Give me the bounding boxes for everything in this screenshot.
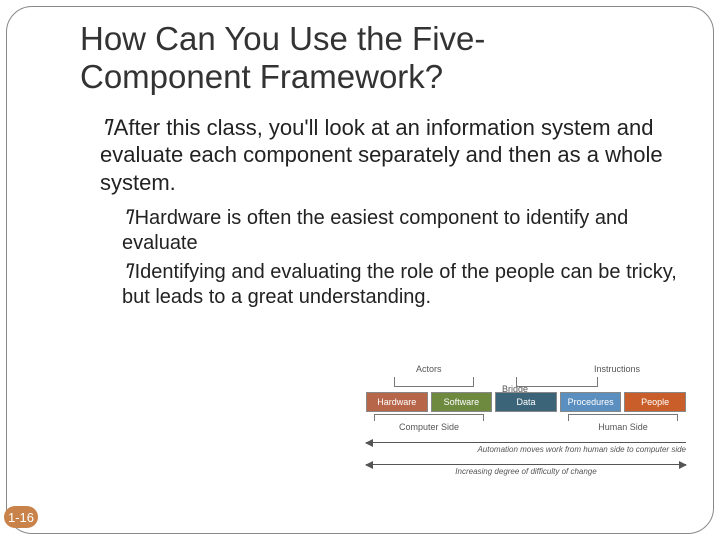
page-number: 1-16 (8, 510, 34, 525)
label-human-side: Human Side (568, 422, 678, 432)
caption-automation: Automation moves work from human side to… (366, 445, 686, 454)
bullet-1a-text: Hardware is often the easiest component … (122, 207, 628, 254)
box-people: People (624, 392, 686, 412)
box-procedures: Procedures (560, 392, 622, 412)
box-hardware: Hardware (366, 392, 428, 412)
bullet-icon: ߣ (122, 261, 133, 283)
slide: How Can You Use the Five-Component Frame… (0, 0, 720, 540)
caption-difficulty: Increasing degree of difficulty of chang… (366, 467, 686, 476)
box-software: Software (431, 392, 493, 412)
bracket-line (516, 377, 598, 387)
diagram-under-labels: Computer Side Human Side (366, 422, 686, 432)
page-number-badge: 1-16 (4, 506, 38, 528)
bullet-1-text: After this class, you'll look at an info… (100, 115, 663, 195)
sub-bullets: ߣHardware is often the easiest component… (122, 206, 690, 310)
label-actors: Actors (416, 364, 442, 374)
label-instructions: Instructions (594, 364, 640, 374)
bullet-1: ߣAfter this class, you'll look at an inf… (100, 114, 690, 197)
bullet-1a: ߣHardware is often the easiest component… (122, 206, 690, 256)
diagram-boxes: Hardware Software Data Procedures People (366, 392, 686, 412)
bullet-1b: ߣIdentifying and evaluating the role of … (122, 260, 690, 310)
bullet-icon: ߣ (100, 115, 112, 140)
slide-title: How Can You Use the Five-Component Frame… (80, 20, 640, 96)
bullet-icon: ߣ (122, 207, 133, 229)
diagram-top-labels: Actors Instructions Bridge (366, 364, 686, 392)
five-component-diagram: Actors Instructions Bridge Hardware Soft… (366, 364, 686, 504)
label-computer-side: Computer Side (374, 422, 484, 432)
bullet-1b-text: Identifying and evaluating the role of t… (122, 261, 677, 308)
bracket-line (394, 377, 474, 387)
box-data: Data (495, 392, 557, 412)
arrow-automation (366, 442, 686, 443)
arrow-difficulty (366, 464, 686, 465)
slide-body: ߣAfter this class, you'll look at an inf… (100, 114, 690, 311)
